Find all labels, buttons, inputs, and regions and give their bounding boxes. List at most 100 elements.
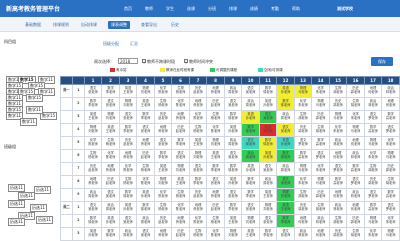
tab-4[interactable]: 查看导出 (138, 21, 160, 29)
class-tag[interactable]: 历选11 (34, 186, 52, 194)
class-tag[interactable]: 历选11 (8, 200, 26, 208)
schedule-cell[interactable]: 化学 朱老师 (363, 149, 383, 163)
schedule-cell[interactable]: 历史 赵老师 (206, 97, 225, 111)
schedule-cell[interactable]: 政治 林老师 (293, 227, 313, 241)
schedule-cell[interactable]: 语文 罗老师 (293, 136, 313, 150)
class-assign-link[interactable]: 班级分配 (103, 41, 119, 47)
schedule-cell[interactable]: 化学 朱老师 (293, 97, 313, 111)
schedule-cell[interactable]: 数学 徐老师 (118, 188, 138, 202)
schedule-cell[interactable]: 语文 张老师 (223, 188, 243, 202)
schedule-cell[interactable]: 政治 周老师 (136, 214, 155, 228)
schedule-cell[interactable]: 化学 朱老师 (381, 214, 400, 228)
schedule-cell[interactable]: 数学 李老师 (101, 84, 120, 98)
nav-item-schedule[interactable]: 排课 (229, 6, 237, 12)
schedule-cell[interactable]: 化学 陈老师 (136, 175, 155, 189)
schedule-cell[interactable]: 地理 黄老师 (101, 162, 120, 176)
schedule-cell[interactable]: 历史 郭老师 (328, 97, 348, 111)
schedule-cell[interactable]: 生物 胡老师 (346, 227, 365, 241)
schedule-cell[interactable]: 历史 赵老师 (153, 214, 173, 228)
schedule-cell[interactable]: 物理 马老师 (346, 123, 365, 137)
schedule-cell[interactable]: 政治 周老师 (83, 188, 103, 202)
schedule-cell[interactable]: 语文 吴老师 (118, 214, 138, 228)
schedule-cell[interactable]: 生物 胡老师 (311, 201, 330, 215)
schedule-cell[interactable]: 语文 吴老师 (83, 201, 103, 215)
schedule-cell[interactable]: 地理 黄老师 (171, 110, 190, 124)
schedule-cell[interactable]: 语文 张老师 (188, 162, 208, 176)
schedule-cell[interactable]: 英语 孙老师 (223, 175, 243, 189)
schedule-cell[interactable]: 生物 胡老师 (293, 188, 313, 202)
schedule-cell[interactable]: 化学 朱老师 (346, 110, 365, 124)
schedule-cell[interactable]: 历史 赵老师 (136, 149, 155, 163)
class-tag[interactable]: 历选11 (8, 184, 26, 192)
nav-item-score[interactable]: 成绩 (250, 6, 258, 12)
schedule-cell[interactable]: 物理 马老师 (328, 110, 348, 124)
nav-item-course-select[interactable]: 选课 (187, 6, 195, 12)
schedule-cell[interactable]: 地理 何老师 (328, 149, 348, 163)
schedule-cell[interactable]: 政治 周老师 (101, 201, 120, 215)
schedule-cell[interactable]: 英语 孙老师 (118, 201, 138, 215)
schedule-cell[interactable]: 化学 陈老师 (171, 97, 190, 111)
schedule-cell[interactable]: 物理 马老师 (293, 84, 313, 98)
save-button[interactable]: 保存 (371, 57, 393, 66)
schedule-cell[interactable]: 英语 王老师 (136, 97, 155, 111)
schedule-cell[interactable]: 历史 赵老师 (153, 110, 173, 124)
schedule-cell[interactable]: 数学 李老师 (153, 149, 173, 163)
schedule-cell[interactable]: 英语 王老师 (206, 149, 225, 163)
schedule-cell[interactable]: 物理 刘老师 (136, 84, 155, 98)
schedule-cell[interactable]: 英语 王老师 (241, 227, 260, 241)
schedule-cell[interactable]: 英语 王老师 (223, 214, 243, 228)
schedule-cell[interactable]: 政治 周老师 (223, 136, 243, 150)
schedule-cell[interactable]: 政治 周老师 (276, 162, 295, 176)
schedule-cell[interactable]: 英语 王老师 (188, 136, 208, 150)
schedule-cell[interactable]: 生物 胡老师 (346, 97, 365, 111)
schedule-cell[interactable]: 数学 李老师 (258, 227, 278, 241)
schedule-cell[interactable]: 地理 黄老师 (153, 123, 173, 137)
schedule-cell[interactable]: 语文 吴老师 (136, 227, 155, 241)
schedule-cell[interactable]: 化学 陈老师 (188, 110, 208, 124)
schedule-cell[interactable]: 语文 张老师 (241, 201, 260, 215)
schedule-cell[interactable]: 物理 马老师 (363, 136, 383, 150)
schedule-cell[interactable]: 物理 马老师 (381, 227, 400, 241)
schedule-cell[interactable]: 英语 孙老师 (223, 123, 243, 137)
schedule-cell[interactable]: 语文 张老师 (171, 149, 190, 163)
schedule-cell[interactable]: 数学 徐老师 (276, 149, 295, 163)
schedule-cell[interactable]: 地理 何老师 (328, 188, 348, 202)
schedule-cell[interactable]: 数学 李老师 (83, 97, 103, 111)
schedule-cell[interactable]: 生物 杨老师 (188, 123, 208, 137)
schedule-cell[interactable]: 数学 高老师 (293, 149, 313, 163)
tab-3[interactable]: 课表调整 (108, 21, 130, 29)
schedule-cell[interactable]: 物理 刘老师 (223, 227, 243, 241)
schedule-cell[interactable]: 语文 吴老师 (223, 149, 243, 163)
schedule-cell[interactable]: 政治 周老师 (223, 84, 243, 98)
schedule-cell[interactable]: 英语 王老师 (258, 188, 278, 202)
schedule-cell[interactable]: 数学 徐老师 (241, 175, 260, 189)
schedule-cell[interactable]: 物理 马老师 (311, 175, 330, 189)
checkbox-icon[interactable]: ✓ (184, 59, 188, 65)
schedule-cell[interactable]: 历史 郭老师 (346, 214, 365, 228)
schedule-cell[interactable]: 英语 孙老师 (258, 97, 278, 111)
schedule-cell[interactable]: 语文 张老师 (118, 110, 138, 124)
schedule-cell[interactable]: 化学 陈老师 (118, 162, 138, 176)
schedule-cell[interactable]: 政治 周老师 (258, 123, 278, 137)
schedule-cell[interactable]: 语文 吴老师 (276, 175, 295, 189)
schedule-cell[interactable]: 语文 张老师 (153, 136, 173, 150)
nav-item-attendance[interactable]: 考勤 (271, 6, 279, 12)
schedule-cell[interactable]: 数学 李老师 (223, 201, 243, 215)
subject-tag[interactable]: 数学15 (26, 94, 44, 102)
schedule-cell[interactable]: 历史 郭老师 (293, 201, 313, 215)
schedule-cell[interactable]: 物理 刘老师 (258, 201, 278, 215)
schedule-cell[interactable]: 化学 陈老师 (206, 123, 225, 137)
schedule-cell[interactable]: 生物 杨老师 (171, 188, 190, 202)
schedule-cell[interactable]: 政治 林老师 (346, 149, 365, 163)
schedule-cell[interactable]: 语文 吴老师 (258, 162, 278, 176)
schedule-cell[interactable]: 生物 杨老师 (188, 227, 208, 241)
tab-1[interactable]: 排课规则 (50, 21, 72, 29)
schedule-cell[interactable]: 语文 吴老师 (276, 123, 295, 137)
tab-2[interactable]: 自动排课 (78, 21, 100, 29)
nav-item-home[interactable]: 首页 (124, 6, 132, 12)
schedule-cell[interactable]: 地理 黄老师 (206, 84, 225, 98)
checkbox-icon[interactable]: ✓ (142, 59, 146, 65)
schedule-cell[interactable]: 语文 张老师 (206, 175, 225, 189)
schedule-cell[interactable]: 物理 马老师 (363, 214, 383, 228)
schedule-cell[interactable]: 语文 罗老师 (328, 162, 348, 176)
